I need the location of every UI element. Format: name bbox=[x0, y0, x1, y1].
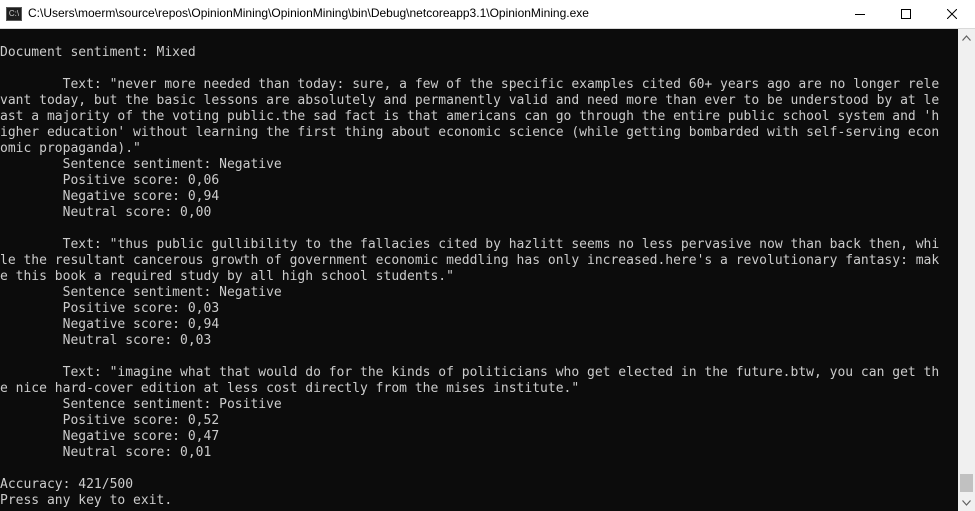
scroll-up-icon bbox=[962, 34, 971, 41]
console-line: Neutral score: 0,03 bbox=[0, 333, 212, 348]
console-line: vant today, but the basic lessons are ab… bbox=[0, 93, 940, 108]
console-line: Sentence sentiment: Negative bbox=[0, 157, 282, 172]
console-line: Positive score: 0,06 bbox=[0, 173, 220, 188]
minimize-button[interactable] bbox=[837, 0, 883, 28]
console-line: Sentence sentiment: Positive bbox=[0, 397, 282, 412]
console-line: Text: "thus public gullibility to the fa… bbox=[0, 237, 940, 252]
console-line: Neutral score: 0,00 bbox=[0, 205, 212, 220]
console-line: Press any key to exit. bbox=[0, 493, 173, 508]
console-line: Positive score: 0,03 bbox=[0, 301, 220, 316]
console-line: igher education' without learning the fi… bbox=[0, 125, 940, 140]
console-line: Negative score: 0,94 bbox=[0, 317, 220, 332]
console-line: Sentence sentiment: Negative bbox=[0, 285, 282, 300]
vertical-scrollbar[interactable] bbox=[958, 29, 975, 511]
console-line: Negative score: 0,47 bbox=[0, 429, 220, 444]
console-line: omic propaganda)." bbox=[0, 141, 141, 156]
console-output[interactable]: Document sentiment: Mixed Text: "never m… bbox=[0, 29, 958, 511]
close-icon bbox=[947, 9, 957, 19]
window-title: C:\Users\moerm\source\repos\OpinionMinin… bbox=[28, 6, 589, 20]
console-line: Positive score: 0,52 bbox=[0, 413, 220, 428]
maximize-icon bbox=[901, 9, 911, 19]
console-line: Text: "imagine what that would do for th… bbox=[0, 365, 940, 380]
console-line: Neutral score: 0,01 bbox=[0, 445, 212, 460]
scroll-down-icon bbox=[962, 499, 971, 506]
close-button[interactable] bbox=[929, 0, 975, 28]
console-line: Text: "never more needed than today: sur… bbox=[0, 77, 940, 92]
minimize-icon bbox=[855, 14, 865, 15]
title-bar[interactable]: C:\ C:\Users\moerm\source\repos\OpinionM… bbox=[0, 0, 975, 29]
scrollbar-thumb[interactable] bbox=[960, 474, 973, 492]
console-line: ast a majority of the voting public.the … bbox=[0, 109, 940, 124]
console-app-icon[interactable]: C:\ bbox=[6, 7, 22, 21]
scroll-down-button[interactable] bbox=[958, 494, 975, 511]
console-line: Document sentiment: Mixed bbox=[0, 45, 196, 60]
scroll-up-button[interactable] bbox=[958, 29, 975, 46]
console-line: e nice hard-cover edition at less cost d… bbox=[0, 381, 580, 396]
console-line: le the resultant cancerous growth of gov… bbox=[0, 253, 940, 268]
console-line: Accuracy: 421/500 bbox=[0, 477, 134, 492]
maximize-button[interactable] bbox=[883, 0, 929, 28]
console-line: Negative score: 0,94 bbox=[0, 189, 220, 204]
console-line: e this book a required study by all high… bbox=[0, 269, 454, 284]
